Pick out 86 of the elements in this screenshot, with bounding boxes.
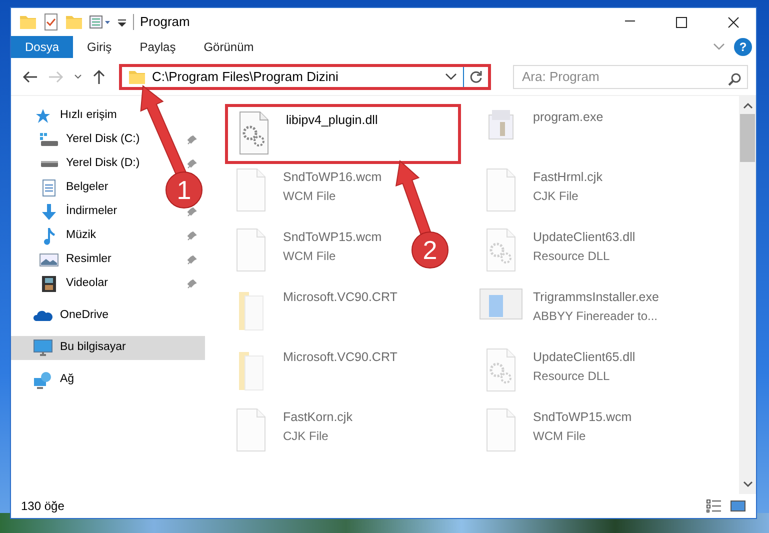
sidebar-item[interactable]: Bu bilgisayar (11, 336, 205, 360)
checklist-icon[interactable] (43, 13, 59, 31)
sidebar-item[interactable]: İndirmeler (11, 200, 155, 224)
pin-icon[interactable] (187, 231, 197, 241)
pin-icon[interactable] (187, 279, 197, 289)
gear-file-icon (485, 348, 517, 392)
dropdown-icon[interactable] (445, 72, 457, 80)
document-icon (41, 179, 57, 197)
sidebar-item[interactable]: Hızlı erişim (11, 104, 205, 128)
picture-icon (39, 253, 59, 267)
address-bar[interactable]: C:\Program Files\Program Dizini (119, 64, 491, 90)
file-type: WCM File (533, 428, 587, 445)
file-name[interactable]: libipv4_plugin.dll (286, 111, 378, 130)
file-type: CJK File (283, 428, 330, 445)
folder-icon (19, 13, 37, 31)
scrollbar[interactable] (739, 96, 756, 494)
blank-file-icon (485, 168, 517, 212)
file-type: CJK File (533, 188, 580, 205)
sidebar-item[interactable]: Müzik (11, 224, 155, 248)
file-type: ABBYY Finereader to... (533, 308, 659, 325)
step-number-badge: 2 (412, 232, 448, 268)
scroll-up-icon[interactable] (742, 102, 752, 110)
installer-icon (479, 288, 523, 320)
file-name[interactable]: SndToWP15.wcm (283, 228, 382, 247)
film-icon (41, 275, 57, 293)
download-arrow-icon (40, 203, 58, 221)
file-name[interactable]: Microsoft.VC90.CRT (283, 348, 398, 367)
file-item[interactable]: libipv4_plugin.dll (225, 104, 461, 164)
sidebar-item[interactable]: Ağ (11, 368, 205, 392)
music-note-icon (42, 227, 56, 245)
help-button[interactable]: ? (734, 38, 752, 56)
sidebar-item[interactable]: Videolar (11, 272, 155, 296)
application-icon (486, 108, 516, 142)
file-type: WCM File (283, 188, 337, 205)
pin-icon[interactable] (187, 135, 197, 145)
properties-icon[interactable] (89, 13, 111, 31)
file-name[interactable]: UpdateClient65.dll (533, 348, 636, 367)
file-name[interactable]: SndToWP16.wcm (283, 168, 382, 187)
scroll-down-icon[interactable] (742, 480, 752, 488)
cloud-icon (33, 309, 53, 323)
refresh-icon (469, 70, 483, 84)
maximize-icon (676, 16, 686, 28)
scrollbar-thumb[interactable] (740, 114, 755, 162)
file-name[interactable]: FastKorn.cjk (283, 408, 352, 427)
search-field[interactable]: Ara: Program (513, 64, 748, 88)
blank-file-icon (235, 228, 267, 272)
file-name[interactable]: FastHrml.cjk (533, 168, 602, 187)
blank-file-icon (235, 168, 267, 212)
details-view-icon[interactable] (706, 499, 722, 513)
ribbon-tab[interactable]: Dosya (11, 36, 74, 58)
gear-file-icon (238, 111, 270, 155)
ribbon-tab[interactable]: Paylaş (126, 36, 190, 58)
gear-file-icon (485, 228, 517, 272)
file-type: WCM File (283, 248, 337, 265)
expand-ribbon-icon[interactable] (712, 42, 726, 52)
file-type: Resource DLL (533, 248, 611, 265)
close-icon (728, 16, 738, 28)
sidebar-item[interactable]: Resimler (11, 248, 155, 272)
item-count: 130 öğe (21, 498, 66, 515)
file-name[interactable]: Microsoft.VC90.CRT (283, 288, 398, 307)
star-icon (35, 108, 51, 124)
window-title: Program (140, 13, 191, 32)
ribbon-tab[interactable]: Giriş (73, 36, 126, 58)
pin-icon[interactable] (187, 255, 197, 265)
drive-icon (39, 133, 59, 147)
blank-file-icon (235, 408, 267, 452)
file-name[interactable]: program.exe (533, 108, 604, 127)
blank-file-icon (485, 408, 517, 452)
file-name[interactable]: SndToWP15.wcm (533, 408, 632, 427)
address-path: C:\Program Files\Program Dizini (152, 68, 340, 86)
file-type: Resource DLL (533, 368, 611, 385)
pin-icon[interactable] (187, 159, 197, 169)
sidebar-item[interactable]: Yerel Disk (C:) (11, 128, 155, 152)
search-icon (728, 72, 742, 86)
monitor-icon (33, 339, 53, 357)
ribbon-tab[interactable]: Görünüm (190, 36, 268, 58)
drive-icon (39, 161, 59, 167)
pin-icon[interactable] (187, 207, 197, 217)
file-name[interactable]: UpdateClient63.dll (533, 228, 636, 247)
network-icon (33, 371, 53, 389)
sidebar-item[interactable]: Yerel Disk (D:) (11, 152, 155, 176)
sidebar-item[interactable]: Belgeler (11, 176, 155, 200)
file-name[interactable]: TrigrammsInstaller.exe (533, 288, 659, 307)
large-icons-view-icon[interactable] (730, 499, 746, 513)
sidebar-item[interactable]: OneDrive (11, 304, 205, 328)
step-number-badge: 1 (166, 172, 202, 208)
